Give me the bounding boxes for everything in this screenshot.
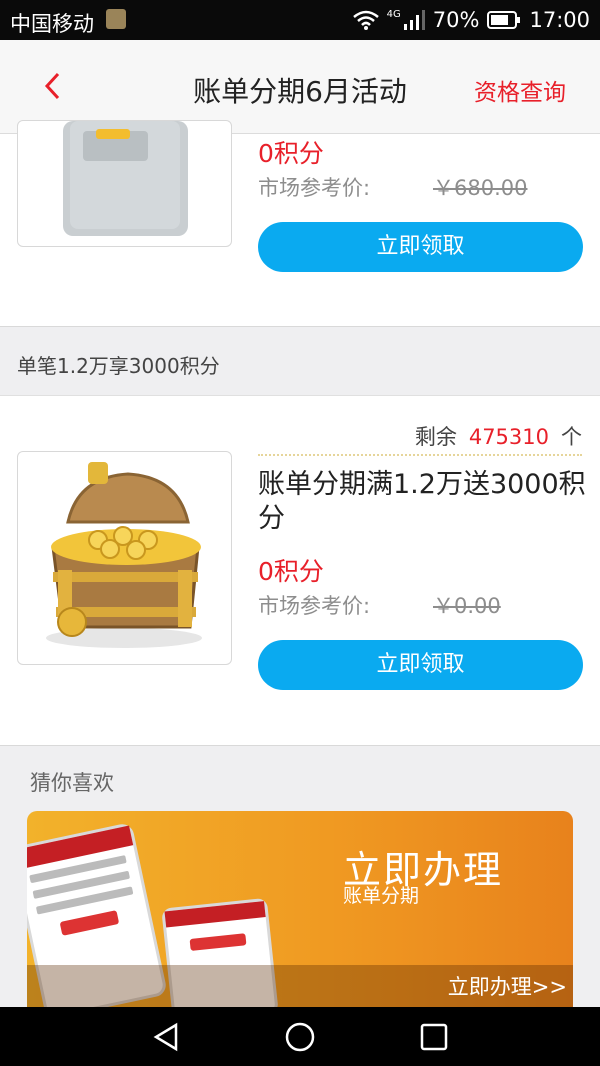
market-price-label: 市场参考价: — [258, 176, 371, 200]
claim-button[interactable]: 立即领取 — [258, 222, 583, 272]
recommendations-title: 猜你喜欢 — [30, 771, 114, 795]
back-triangle-icon[interactable] — [150, 1021, 182, 1053]
signal-icon — [403, 10, 425, 30]
system-nav-bar — [0, 1007, 600, 1066]
remaining-label: 剩余 — [414, 425, 457, 449]
status-indicators: 4G 70% 17:00 — [352, 8, 590, 32]
section-title: 单笔1.2万享3000积分 — [17, 354, 220, 378]
carrier-name: 中国移动 — [10, 12, 94, 36]
product-points: 0积分 — [258, 557, 324, 586]
battery-icon — [487, 11, 521, 29]
claim-button[interactable]: 立即领取 — [258, 640, 583, 690]
product-points: 0积分 — [258, 139, 324, 168]
market-price: ￥0.00 — [433, 594, 501, 618]
remaining-unit: 个 — [561, 425, 582, 449]
market-price-row: 市场参考价: ￥0.00 — [258, 590, 501, 620]
promo-banner[interactable]: 立即办理 账单分期 立即办理>> — [27, 811, 573, 1007]
wifi-icon — [352, 10, 379, 30]
market-price-label: 市场参考价: — [258, 594, 371, 618]
divider — [258, 454, 582, 456]
network-type: 4G — [386, 8, 401, 20]
home-circle-icon[interactable] — [284, 1021, 316, 1053]
treasure-chest-image — [17, 451, 232, 665]
backpack-image — [17, 120, 232, 247]
banner-cta-link[interactable]: 立即办理>> — [448, 971, 567, 1001]
product-card-treasure: 剩余 475310 个 账单分期满1.2万送3000积分 0积分 市场参考价: … — [0, 395, 600, 746]
eligibility-check-link[interactable]: 资格查询 — [474, 73, 566, 107]
recents-square-icon[interactable] — [418, 1021, 450, 1053]
battery-percent: 70% — [432, 8, 480, 32]
remaining-stock: 剩余 475310 个 — [415, 421, 582, 451]
clock: 17:00 — [529, 8, 590, 32]
market-price-row: 市场参考价: ￥680.00 — [258, 172, 527, 202]
market-price: ￥680.00 — [433, 176, 528, 200]
banner-subtitle: 账单分期 — [343, 885, 420, 907]
product-title: 账单分期满1.2万送3000积分 — [258, 469, 586, 534]
remaining-count: 475310 — [468, 425, 549, 449]
carrier-app-icon — [106, 9, 126, 29]
status-bar: 中国移动 4G 70% 17:00 — [0, 0, 600, 40]
product-card-backpack: 0积分 市场参考价: ￥680.00 立即领取 — [0, 120, 600, 327]
